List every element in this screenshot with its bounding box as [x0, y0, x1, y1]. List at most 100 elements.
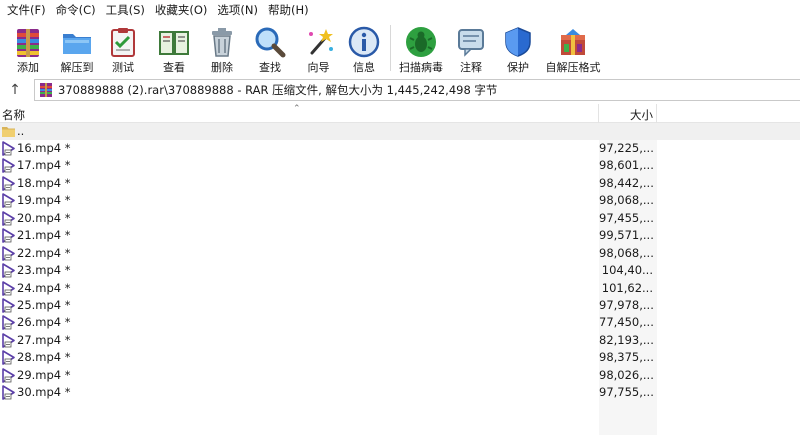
menu-tools[interactable]: 工具(S)	[101, 0, 150, 21]
extract-to-folder-icon	[60, 25, 94, 59]
file-size: 98,442,...	[599, 175, 653, 190]
file-size: 98,068,...	[599, 193, 653, 208]
column-name-header[interactable]: 名称	[2, 107, 25, 123]
menu-commands[interactable]: 命令(C)	[51, 0, 101, 21]
file-row[interactable]: 23.mp4 * 104,40...	[0, 262, 800, 279]
file-name: 21.mp4 *	[17, 228, 71, 243]
magic-wand-icon	[302, 25, 336, 59]
file-name: 19.mp4 *	[17, 193, 71, 208]
video-file-icon	[2, 333, 15, 348]
address-field[interactable]: 370889888 (2).rar\370889888 - RAR 压缩文件, …	[34, 79, 800, 101]
file-name: 18.mp4 *	[17, 175, 71, 190]
virus-scan-icon	[404, 25, 438, 59]
video-file-icon	[2, 385, 15, 400]
rar-archive-icon	[40, 83, 52, 97]
file-row[interactable]: 30.mp4 * 97,755,...	[0, 384, 800, 401]
trash-bin-icon	[205, 25, 239, 59]
sort-ascending-icon: ⌃	[293, 104, 301, 114]
video-file-icon	[2, 228, 15, 243]
column-size-header[interactable]: 大小	[599, 107, 653, 123]
extract-to-button[interactable]: 解压到	[56, 21, 98, 76]
wizard-button[interactable]: 向导	[296, 21, 341, 76]
video-file-icon	[2, 193, 15, 209]
video-file-icon	[2, 280, 15, 296]
file-name: 22.mp4 *	[17, 245, 71, 260]
menu-options[interactable]: 选项(N)	[212, 0, 263, 21]
video-file-icon	[2, 298, 15, 313]
virus-scan-button[interactable]: 扫描病毒	[394, 21, 448, 76]
file-size: 101,62...	[601, 280, 653, 295]
info-icon	[347, 25, 381, 59]
comment-icon	[454, 25, 488, 59]
video-file-icon	[2, 350, 15, 366]
test-button[interactable]: 测试	[98, 21, 148, 76]
file-row[interactable]: 24.mp4 * 101,62...	[0, 280, 800, 297]
up-one-level-button[interactable]: ↑	[0, 79, 30, 101]
file-row[interactable]: 25.mp4 * 97,978,...	[0, 297, 800, 314]
file-size: 98,026,...	[599, 367, 653, 382]
file-name: 23.mp4 *	[17, 263, 71, 278]
toolbar-separator	[390, 25, 391, 71]
menu-file[interactable]: 文件(F)	[2, 0, 51, 21]
file-row[interactable]: 16.mp4 * 97,225,...	[0, 140, 800, 157]
test-clipboard-icon	[106, 25, 140, 59]
parent-folder-row[interactable]: ..	[0, 123, 800, 140]
file-row[interactable]: 20.mp4 * 97,455,...	[0, 210, 800, 227]
menu-favorites[interactable]: 收藏夹(O)	[150, 0, 213, 21]
address-path: 370889888 (2).rar\370889888 - RAR 压缩文件, …	[58, 83, 498, 97]
file-list[interactable]: .. 16.mp4 * 97,225,... 17.mp4 * 98,601,... 1…	[0, 123, 800, 435]
toolbar: 添加 解压到 测试 查看 删除 查找 向导 信息 扫描病毒 注释 保护 自解压格…	[0, 21, 800, 76]
file-size: 97,755,...	[599, 385, 653, 400]
file-size: 98,375,...	[599, 350, 653, 365]
menu-help[interactable]: 帮助(H)	[263, 0, 314, 21]
folder-icon	[2, 127, 15, 137]
address-bar: ↑ 370889888 (2).rar\370889888 - RAR 压缩文件…	[0, 79, 800, 101]
file-name: 16.mp4 *	[17, 141, 71, 155]
video-file-icon	[2, 245, 15, 261]
file-name: 27.mp4 *	[17, 332, 71, 347]
file-name: 25.mp4 *	[17, 297, 71, 312]
file-size: 97,225,...	[599, 141, 653, 155]
file-size: 77,450,...	[599, 315, 653, 330]
file-name: 17.mp4 *	[17, 158, 71, 173]
file-row[interactable]: 29.mp4 * 98,026,...	[0, 367, 800, 384]
shield-icon	[501, 25, 535, 59]
file-row[interactable]: 18.mp4 * 98,442,...	[0, 175, 800, 192]
file-row[interactable]: 22.mp4 * 98,068,...	[0, 245, 800, 262]
file-size: 104,40...	[601, 263, 653, 278]
video-file-icon	[2, 141, 15, 156]
add-archive-icon	[11, 25, 45, 59]
video-file-icon	[2, 263, 15, 278]
file-row[interactable]: 21.mp4 * 99,571,...	[0, 227, 800, 244]
file-name: 24.mp4 *	[17, 280, 71, 295]
sfx-button[interactable]: 自解压格式	[542, 21, 604, 76]
file-row[interactable]: 26.mp4 * 77,450,...	[0, 314, 800, 331]
video-file-icon	[2, 210, 15, 226]
file-name: 30.mp4 *	[17, 385, 71, 400]
column-divider[interactable]	[656, 104, 657, 123]
find-button[interactable]: 查找	[244, 21, 296, 76]
arrow-up-icon: ↑	[9, 82, 21, 98]
file-size: 98,068,...	[599, 245, 653, 260]
file-row[interactable]: 28.mp4 * 98,375,...	[0, 349, 800, 366]
file-row[interactable]: 27.mp4 * 82,193,...	[0, 332, 800, 349]
file-name: 28.mp4 *	[17, 350, 71, 365]
view-book-icon	[157, 25, 191, 59]
file-row[interactable]: 17.mp4 * 98,601,...	[0, 157, 800, 174]
comment-button[interactable]: 注释	[448, 21, 494, 76]
video-file-icon	[2, 158, 15, 174]
file-name: 29.mp4 *	[17, 367, 71, 382]
delete-button[interactable]: 删除	[200, 21, 244, 76]
file-name: 20.mp4 *	[17, 210, 71, 225]
protect-button[interactable]: 保护	[494, 21, 542, 76]
info-button[interactable]: 信息	[341, 21, 387, 76]
add-button[interactable]: 添加	[0, 21, 56, 76]
view-button[interactable]: 查看	[148, 21, 200, 76]
menu-bar: 文件(F) 命令(C) 工具(S) 收藏夹(O) 选项(N) 帮助(H)	[0, 0, 800, 21]
file-row[interactable]: 19.mp4 * 98,068,...	[0, 192, 800, 209]
sfx-box-icon	[556, 25, 590, 59]
column-header: 名称 ⌃ 大小	[0, 104, 800, 123]
file-size: 99,571,...	[599, 228, 653, 243]
video-file-icon	[2, 176, 15, 191]
file-size: 98,601,...	[599, 158, 653, 173]
